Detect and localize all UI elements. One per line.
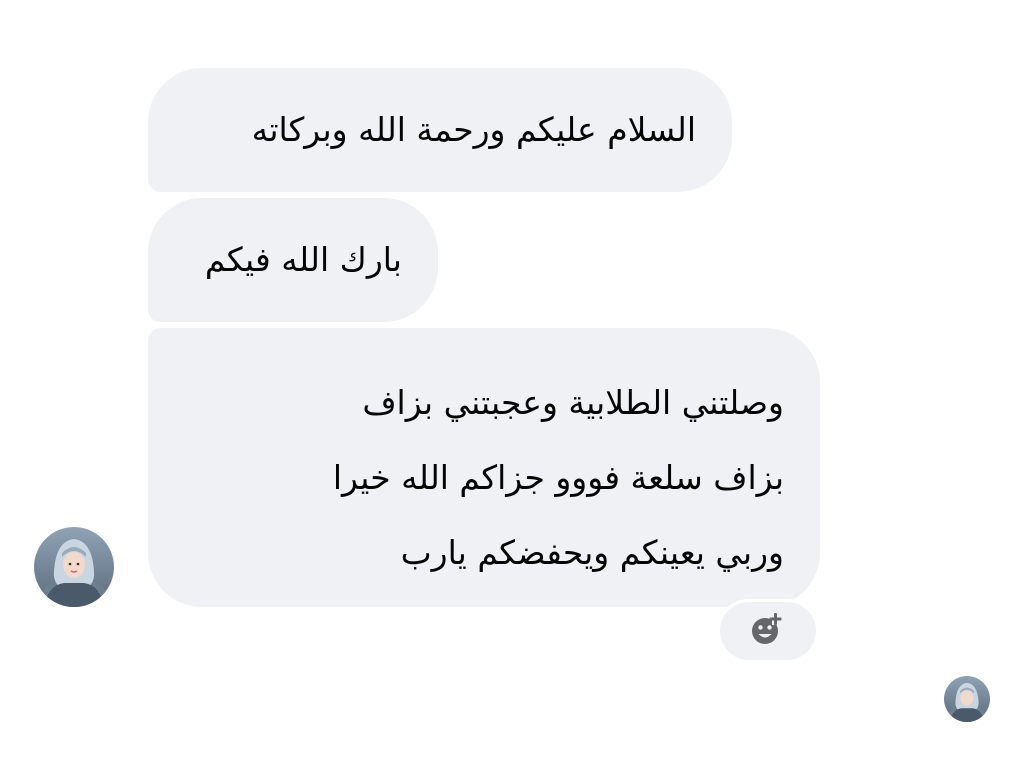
chat-thread: السلام عليكم ورحمة الله وبركاته بارك الل…: [0, 0, 1024, 763]
message-bubble[interactable]: السلام عليكم ورحمة الله وبركاته: [148, 68, 732, 192]
message-bubble[interactable]: بارك الله فيكم: [148, 198, 438, 322]
message-text: وصلتني الطلابية وعجبتني بزاف بزاف سلعة ف…: [332, 383, 784, 572]
message-text: بارك الله فيكم: [204, 240, 402, 279]
add-reaction-icon: [748, 609, 788, 653]
message-bubble[interactable]: وصلتني الطلابية وعجبتني بزاف بزاف سلعة ف…: [148, 328, 820, 607]
add-reaction-button[interactable]: [717, 599, 819, 663]
sender-avatar[interactable]: [34, 527, 114, 607]
seen-receipt-avatar: [944, 676, 990, 722]
message-text: السلام عليكم ورحمة الله وبركاته: [251, 110, 696, 149]
